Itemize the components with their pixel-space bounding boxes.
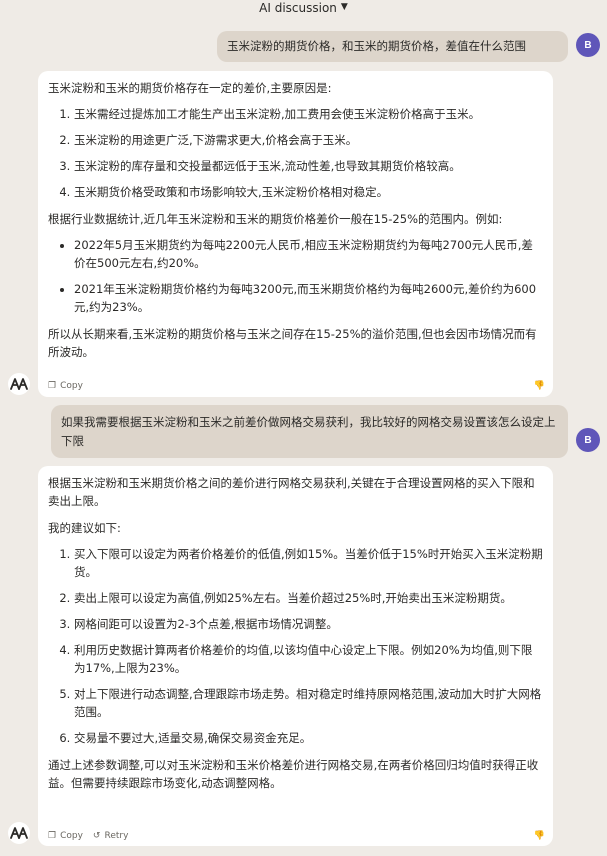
assistant-logo-icon — [8, 373, 30, 395]
stats-intro: 根据行业数据统计,近几年玉米淀粉和玉米的期货价格差价一般在15-25%的范围内。… — [48, 212, 503, 226]
user-avatar: B — [576, 33, 600, 57]
user-avatar: B — [576, 428, 600, 452]
reasons-list: 玉米需经过提炼加工才能生产出玉米淀粉,加工费用会使玉米淀粉价格高于玉米。 玉米淀… — [48, 105, 543, 201]
copy-icon: ❐ — [48, 831, 57, 841]
assistant-conclusion: 所以从长期来看,玉米淀粉的期货价格与玉米之间存在15-25%的溢价范围,但也会因… — [48, 327, 537, 359]
list-item: 网格间距可以设置为2-3个点差,根据市场情况调整。 — [74, 615, 543, 633]
list-item: 交易量不要过大,适量交易,确保交易资金充足。 — [74, 729, 543, 747]
conversation-title: AI discussion — [259, 1, 337, 15]
list-item: 利用历史数据计算两者价格差价的均值,以该均值中心设定上下限。例如20%为均值,则… — [74, 641, 543, 677]
user-message-text: 玉米淀粉的期货价格，和玉米的期货价格，差值在什么范围 — [227, 39, 526, 53]
list-item: 玉米期货价格受政策和市场影响较大,玉米淀粉价格相对稳定。 — [74, 183, 543, 201]
assistant-logo-icon — [8, 822, 30, 844]
suggestions-list: 买入下限可以设定为两者价格差价的低值,例如15%。当差价低于15%时开始买入玉米… — [48, 545, 543, 747]
message-actions: ❐ Copy — [48, 377, 93, 395]
copy-icon: ❐ — [48, 381, 57, 391]
list-item: 玉米淀粉的库存量和交投量都远低于玉米,流动性差,也导致其期货价格较高。 — [74, 157, 543, 175]
thumbs-down-icon[interactable]: 👎 — [534, 827, 545, 845]
list-item: 2022年5月玉米期货约为每吨2200元人民币,相应玉米淀粉期货约为每吨2700… — [74, 236, 543, 272]
conversation-title-header[interactable]: AI discussion ▼ — [0, 0, 607, 16]
assistant-intro: 根据玉米淀粉和玉米期货价格之间的差价进行网格交易获利,关键在于合理设置网格的买入… — [48, 476, 535, 508]
user-message-text: 如果我需要根据玉米淀粉和玉米之前差价做网格交易获利，我比较好的网格交易设置该怎么… — [61, 415, 556, 448]
list-item: 玉米淀粉的用途更广泛,下游需求更大,价格会高于玉米。 — [74, 131, 543, 149]
list-item: 买入下限可以设定为两者价格差价的低值,例如15%。当差价低于15%时开始买入玉米… — [74, 545, 543, 581]
list-item: 玉米需经过提炼加工才能生产出玉米淀粉,加工费用会使玉米淀粉价格高于玉米。 — [74, 105, 543, 123]
retry-button[interactable]: ↺ Retry — [93, 827, 129, 845]
list-item: 对上下限进行动态调整,合理跟踪市场走势。相对稳定时维持原网格范围,波动加大时扩大… — [74, 685, 543, 721]
suggestions-intro: 我的建议如下: — [48, 521, 121, 535]
examples-list: 2022年5月玉米期货约为每吨2200元人民币,相应玉米淀粉期货约为每吨2700… — [48, 236, 543, 316]
user-message: 如果我需要根据玉米淀粉和玉米之前差价做网格交易获利，我比较好的网格交易设置该怎么… — [51, 405, 568, 458]
list-item: 2021年玉米淀粉期货价格约为每吨3200元,而玉米期货价格约为每吨2600元,… — [74, 280, 543, 316]
chevron-down-icon: ▼ — [340, 2, 348, 12]
retry-icon: ↺ — [92, 831, 101, 841]
assistant-conclusion: 通过上述参数调整,可以对玉米淀粉和玉米价格差价进行网格交易,在两者价格回归均值时… — [48, 758, 539, 790]
copy-button[interactable]: ❐ Copy — [48, 827, 83, 845]
copy-button[interactable]: ❐ Copy — [48, 377, 83, 395]
message-actions: ❐ Copy ↺ Retry — [48, 827, 138, 845]
assistant-intro: 玉米淀粉和玉米的期货价格存在一定的差价,主要原因是: — [48, 81, 332, 95]
thumbs-down-icon[interactable]: 👎 — [534, 377, 545, 395]
assistant-message: 玉米淀粉和玉米的期货价格存在一定的差价,主要原因是: 玉米需经过提炼加工才能生产… — [38, 71, 553, 397]
assistant-message: 根据玉米淀粉和玉米期货价格之间的差价进行网格交易获利,关键在于合理设置网格的买入… — [38, 466, 553, 846]
user-message: 玉米淀粉的期货价格，和玉米的期货价格，差值在什么范围 — [217, 31, 568, 62]
list-item: 卖出上限可以设定为高值,例如25%左右。当差价超过25%时,开始卖出玉米淀粉期货… — [74, 589, 543, 607]
